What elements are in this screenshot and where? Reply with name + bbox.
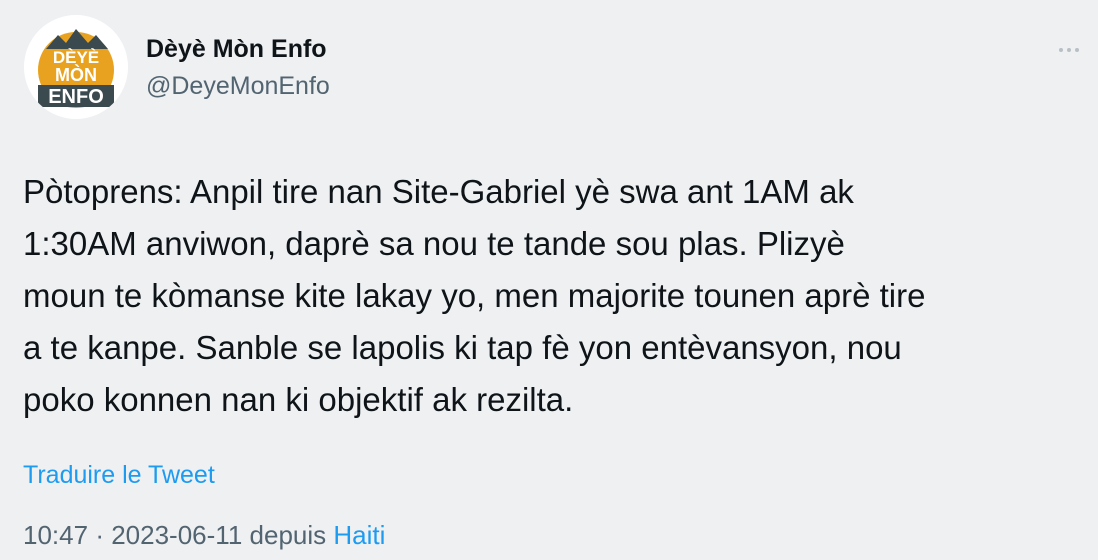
more-horizontal-icon bbox=[1059, 48, 1079, 52]
tweet-time[interactable]: 10:47 bbox=[23, 520, 88, 550]
tweet-text-line: Pòtoprens: Anpil tire nan Site-Gabriel y… bbox=[23, 173, 854, 210]
source-prefix: depuis bbox=[249, 520, 327, 550]
deye-mon-enfo-logo: DÈYÈ MÒN ENFO bbox=[24, 15, 128, 119]
tweet-text-line: a te kanpe. Sanble se lapolis ki tap fè … bbox=[23, 329, 902, 366]
logo-text-2: MÒN bbox=[55, 64, 97, 85]
logo-text-3: ENFO bbox=[48, 86, 104, 108]
tweet-text-line: poko konnen nan ki objektif ak rezilta. bbox=[23, 381, 574, 418]
avatar[interactable]: DÈYÈ MÒN ENFO bbox=[24, 15, 128, 119]
tweet-date[interactable]: 2023-06-11 bbox=[111, 520, 242, 550]
tweet-text: Pòtoprens: Anpil tire nan Site-Gabriel y… bbox=[23, 166, 1089, 426]
author-handle[interactable]: @DeyeMonEnfo bbox=[146, 71, 330, 101]
tweet-location-link[interactable]: Haiti bbox=[333, 520, 385, 550]
meta-separator: · bbox=[95, 520, 104, 550]
translate-tweet-link[interactable]: Traduire le Tweet bbox=[23, 460, 215, 490]
tweet-text-line: 1:30AM anviwon, daprè sa nou te tande so… bbox=[23, 225, 845, 262]
author-display-name[interactable]: Dèyè Mòn Enfo bbox=[146, 34, 327, 64]
tweet-metadata: 10:47 · 2023-06-11 depuis Haiti bbox=[23, 519, 385, 551]
more-options-button[interactable] bbox=[1052, 36, 1086, 64]
tweet-text-line: moun te kòmanse kite lakay yo, men major… bbox=[23, 277, 926, 314]
